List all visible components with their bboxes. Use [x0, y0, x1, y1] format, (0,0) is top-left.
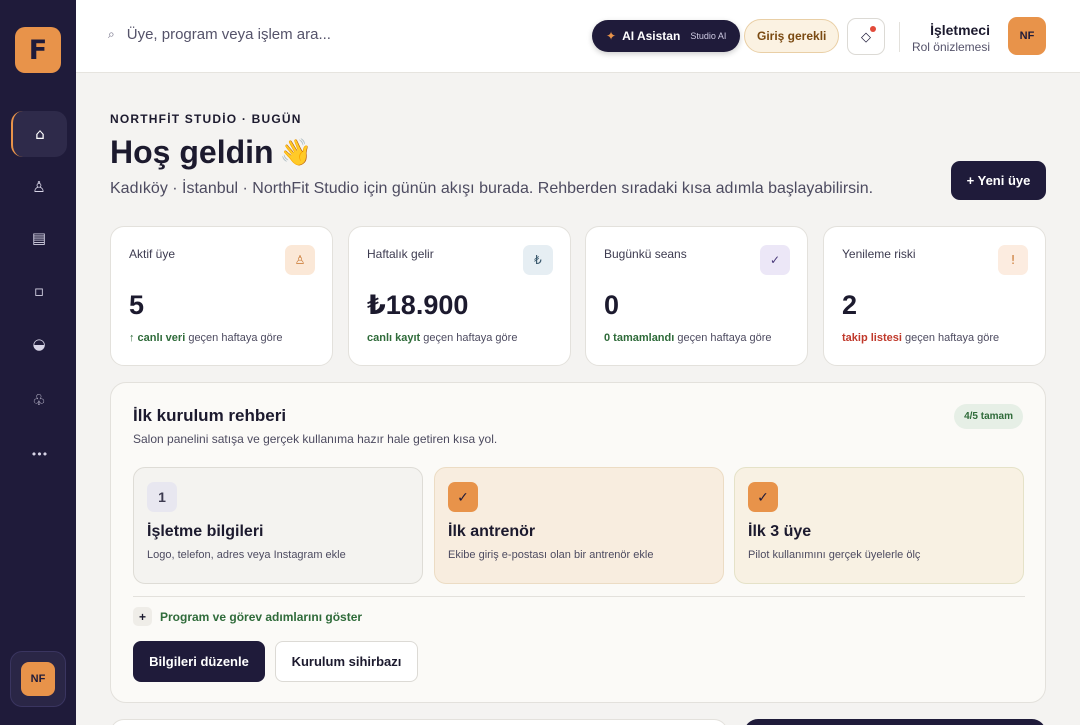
- stat-card-today-sessions[interactable]: Bugünkü seans ✓ 0 0 tamamlandı geçen haf…: [585, 226, 808, 366]
- waving-hand-icon: 👋: [279, 137, 312, 167]
- sparkle-icon: ✦: [606, 29, 617, 43]
- stat-trend-text: geçen haftaya göre: [420, 332, 518, 344]
- search-bar[interactable]: ⌕: [108, 26, 387, 43]
- notification-dot: [870, 26, 876, 32]
- next-card-dark: [744, 719, 1046, 725]
- stat-trend-highlight: takip listesi: [842, 332, 902, 344]
- stat-label: Aktif üye: [129, 247, 176, 261]
- step-business-info[interactable]: 1 İşletme bilgileri Logo, telefon, adres…: [133, 467, 423, 584]
- lira-icon: ₺: [523, 245, 553, 275]
- login-required-button[interactable]: Giriş gerekli: [744, 19, 840, 53]
- sidebar-item-chart[interactable]: ◒: [11, 321, 67, 367]
- stat-label: Haftalık gelir: [367, 247, 434, 261]
- stat-card-active-members[interactable]: Aktif üye ♙ 5 ↑ canlı veri geçen haftaya…: [110, 226, 333, 366]
- page-kicker: NORTHFİT STUDİO · BUGÜN: [110, 112, 302, 126]
- sidebar: F ⌂ ♙ ▤ ▫ ◒ ♧ ••• NF: [0, 0, 76, 725]
- stat-trend: ↑ canlı veri geçen haftaya göre: [129, 332, 283, 344]
- setup-wizard-button[interactable]: Kurulum sihirbazı: [275, 641, 418, 682]
- page-title: Hoş geldin 👋: [110, 134, 312, 171]
- stat-value: 2: [842, 290, 858, 320]
- stat-trend-text: geçen haftaya göre: [901, 332, 1000, 344]
- calendar-icon: ▤: [31, 229, 47, 247]
- stat-trend: takip listesi geçen haftaya göre: [842, 332, 999, 344]
- user-name: İşletmeci: [930, 22, 990, 38]
- search-input[interactable]: [126, 26, 387, 43]
- stat-value: 0: [604, 290, 620, 320]
- stat-trend: 0 tamamlandı geçen haftaya göre: [604, 332, 772, 344]
- ai-assistant-button[interactable]: ✦ AI Asistan Studio AI: [592, 20, 741, 52]
- stat-trend-text: geçen haftaya göre: [185, 332, 283, 344]
- step-description: Pilot kullanımını gerçek üyelerle ölç: [748, 549, 921, 561]
- home-icon: ⌂: [35, 125, 45, 143]
- stat-label: Bugünkü seans: [604, 247, 687, 261]
- stat-trend: canlı kayıt geçen haftaya göre: [367, 332, 517, 344]
- check-icon: ✓: [448, 482, 478, 512]
- page-title-text: Hoş geldin: [110, 134, 274, 170]
- step-title: İlk 3 üye: [748, 523, 812, 540]
- sidebar-item-calendar[interactable]: ▤: [11, 215, 67, 261]
- check-icon: ✓: [748, 482, 778, 512]
- stat-label: Yenileme riski: [842, 247, 916, 261]
- sidebar-profile[interactable]: NF: [10, 651, 66, 707]
- top-bar: ⌕ ✦ AI Asistan Studio AI Giriş gerekli ◇…: [76, 0, 1080, 73]
- ai-assistant-sub: Studio AI: [690, 31, 727, 41]
- sidebar-item-home[interactable]: ⌂: [11, 111, 67, 157]
- step-title: İşletme bilgileri: [147, 523, 264, 540]
- user-role: Rol önizlemesi: [911, 40, 990, 54]
- plus-icon: +: [133, 607, 152, 626]
- logo-letter: F: [28, 34, 48, 66]
- show-steps-label: Program ve görev adımlarını göster: [160, 609, 363, 624]
- stat-trend-highlight: canlı kayıt: [367, 332, 421, 344]
- more-icon: •••: [30, 447, 48, 461]
- user-icon: ♙: [32, 178, 46, 196]
- setup-guide: İlk kurulum rehberi Salon panelini satış…: [110, 382, 1046, 703]
- stat-card-weekly-revenue[interactable]: Haftalık gelir ₺ ₺18.900 canlı kayıt geç…: [348, 226, 571, 366]
- divider: [899, 22, 900, 52]
- stat-card-renewal-risk[interactable]: Yenileme riski ! 2 takip listesi geçen h…: [823, 226, 1046, 366]
- page-subtitle: Kadıköy · İstanbul · NorthFit Studio içi…: [110, 180, 874, 197]
- stat-value: 5: [129, 290, 145, 320]
- guide-title: İlk kurulum rehberi: [133, 406, 287, 425]
- alert-icon: !: [998, 245, 1028, 275]
- chart-icon: ◒: [32, 335, 46, 353]
- next-card: [110, 719, 728, 725]
- stat-value: ₺18.900: [367, 290, 469, 320]
- search-icon: ⌕: [108, 27, 115, 41]
- step-description: Logo, telefon, adres veya Instagram ekle: [147, 549, 346, 561]
- check-icon: ✓: [760, 245, 790, 275]
- sidebar-item-members[interactable]: ♙: [11, 164, 67, 210]
- ai-assistant-label: AI Asistan: [622, 29, 681, 43]
- user-icon: ♙: [285, 245, 315, 275]
- step-number: 1: [147, 482, 177, 512]
- guide-subtitle: Salon panelini satışa ve gerçek kullanım…: [133, 432, 498, 446]
- avatar: NF: [21, 662, 55, 696]
- avatar[interactable]: NF: [1008, 17, 1046, 55]
- sidebar-item-more[interactable]: •••: [11, 431, 67, 477]
- step-title: İlk antrenör: [448, 523, 536, 540]
- sidebar-item-club[interactable]: ♧: [11, 377, 67, 423]
- club-icon: ♧: [32, 391, 46, 409]
- show-steps-toggle[interactable]: + Program ve görev adımlarını göster: [133, 607, 362, 626]
- divider: [133, 596, 1025, 597]
- progress-badge: 4/5 tamam: [954, 404, 1023, 429]
- step-description: Ekibe giriş e-postası olan bir antrenör …: [448, 549, 654, 561]
- stat-trend-highlight: ↑ canlı veri: [129, 332, 186, 344]
- edit-info-button[interactable]: Bilgileri düzenle: [133, 641, 265, 682]
- stat-trend-text: geçen haftaya göre: [674, 332, 772, 344]
- app-logo[interactable]: F: [15, 27, 61, 73]
- user-info[interactable]: İşletmeci Rol önizlemesi: [908, 22, 990, 54]
- stat-trend-highlight: 0 tamamlandı: [604, 332, 675, 344]
- notifications-button[interactable]: ◇: [847, 18, 885, 55]
- square-icon: ▫: [33, 282, 45, 300]
- sidebar-item-square[interactable]: ▫: [11, 268, 67, 314]
- diamond-icon: ◇: [861, 28, 871, 44]
- step-first-trainer[interactable]: ✓ İlk antrenör Ekibe giriş e-postası ola…: [434, 467, 724, 584]
- step-first-members[interactable]: ✓ İlk 3 üye Pilot kullanımını gerçek üye…: [734, 467, 1024, 584]
- new-member-button[interactable]: + Yeni üye: [951, 161, 1046, 200]
